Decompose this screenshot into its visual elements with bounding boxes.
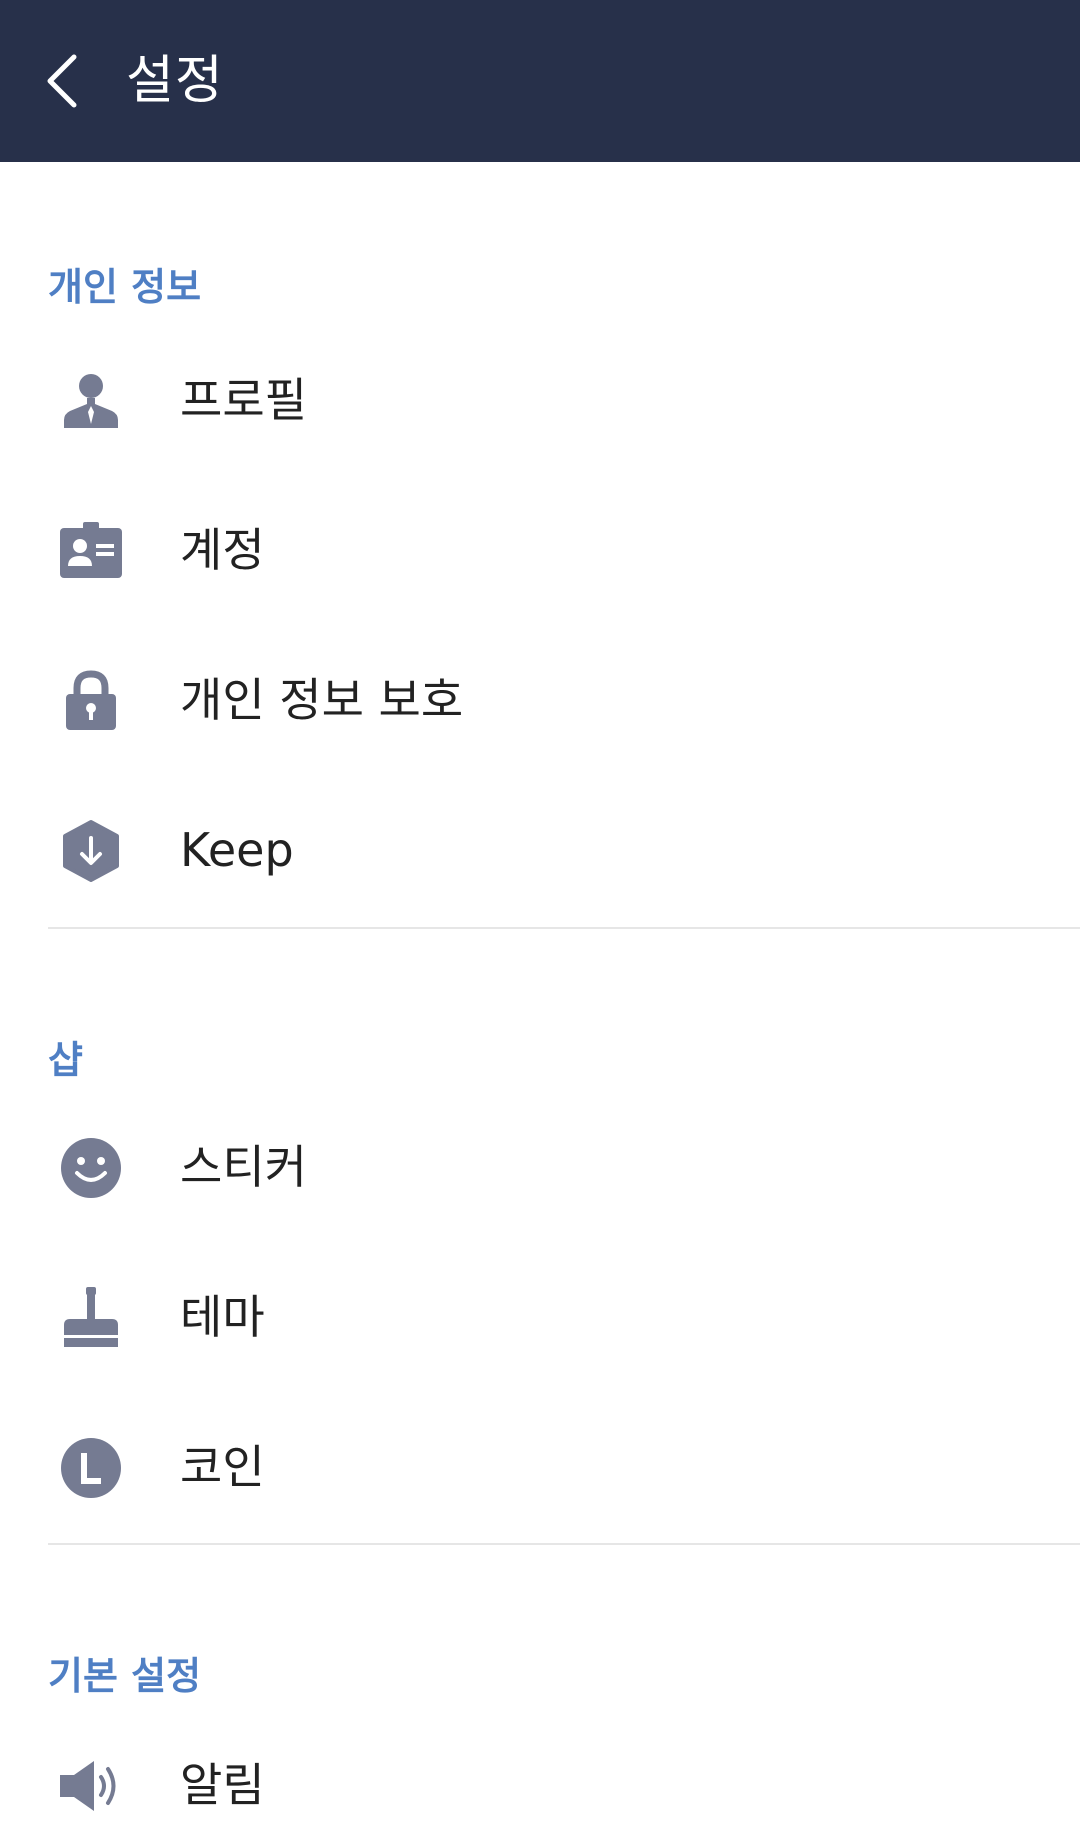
menu-item-label: 코인 bbox=[180, 1440, 265, 1494]
coin-icon bbox=[61, 1438, 121, 1498]
keep-icon bbox=[63, 820, 119, 882]
menu-item-account[interactable]: 계정 bbox=[0, 475, 1080, 625]
menu-item-label: 알림 bbox=[180, 1758, 265, 1812]
chevron-left-icon bbox=[47, 54, 77, 108]
menu-item-profile[interactable]: 프로필 bbox=[0, 325, 1080, 475]
section-title-basic-settings: 기본 설정 bbox=[48, 1654, 202, 1698]
paint-brush-icon bbox=[64, 1287, 118, 1347]
settings-screen: 설정 개인 정보 프로필 계정 개인 정보 보호 Keep 샵 스티커 테마 코… bbox=[0, 0, 1080, 1845]
page-title: 설정 bbox=[126, 51, 224, 111]
menu-item-notifications[interactable]: 알림 bbox=[0, 1710, 1080, 1845]
back-button[interactable] bbox=[34, 44, 90, 118]
section-divider bbox=[48, 927, 1080, 929]
menu-item-label: 프로필 bbox=[180, 373, 307, 427]
menu-item-privacy[interactable]: 개인 정보 보호 bbox=[0, 625, 1080, 775]
menu-item-label: Keep bbox=[180, 823, 294, 877]
menu-item-label: 스티커 bbox=[180, 1140, 307, 1194]
menu-item-themes[interactable]: 테마 bbox=[0, 1242, 1080, 1392]
menu-item-keep[interactable]: Keep bbox=[0, 775, 1080, 925]
lock-icon bbox=[66, 670, 116, 730]
menu-item-coins[interactable]: 코인 bbox=[0, 1392, 1080, 1542]
menu-item-label: 개인 정보 보호 bbox=[180, 673, 464, 727]
section-title-personal-info: 개인 정보 bbox=[48, 265, 202, 309]
speaker-icon bbox=[60, 1761, 116, 1811]
id-card-icon bbox=[60, 522, 122, 578]
menu-item-stickers[interactable]: 스티커 bbox=[0, 1092, 1080, 1242]
section-title-shop: 샵 bbox=[48, 1038, 83, 1082]
smiley-icon bbox=[61, 1138, 121, 1198]
menu-item-label: 테마 bbox=[180, 1290, 265, 1344]
app-header: 설정 bbox=[0, 0, 1080, 162]
profile-icon bbox=[64, 374, 118, 428]
section-divider bbox=[48, 1543, 1080, 1545]
menu-item-label: 계정 bbox=[180, 523, 265, 577]
